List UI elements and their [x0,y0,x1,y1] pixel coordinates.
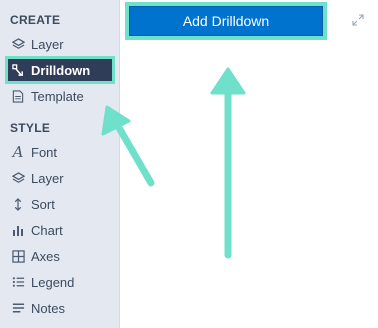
add-drilldown-button[interactable]: Add Drilldown [129,6,323,36]
sidebar-item-label: Layer [31,36,64,52]
sidebar-item-legend[interactable]: Legend [8,271,112,293]
chart-icon [11,223,25,237]
sidebar-item-axes[interactable]: Axes [8,245,112,267]
sidebar-item-label: Notes [31,300,65,316]
sidebar-item-chart[interactable]: Chart [8,219,112,241]
legend-icon [11,275,25,289]
sidebar-item-template[interactable]: Template [8,85,112,107]
sidebar-item-label: Template [31,88,84,104]
sidebar-item-label: Chart [31,222,63,238]
create-section-title: CREATE [10,13,61,27]
sidebar-item-label: Sort [31,196,55,212]
sort-icon [11,197,25,211]
sidebar-item-sort[interactable]: Sort [8,193,112,215]
style-section-title: STYLE [10,121,51,135]
font-icon: A [12,143,24,161]
sidebar-item-label: Drilldown [31,62,91,78]
sidebar-item-label: Font [31,144,58,160]
sidebar-item-drilldown[interactable]: Drilldown [5,56,115,84]
notes-icon [11,301,25,315]
sidebar-item-notes[interactable]: Notes [8,297,112,319]
axes-icon [11,249,25,263]
sidebar-item-label: Legend [31,274,75,290]
sidebar: CREATE Layer Drilldown Template STYLE A … [0,0,120,328]
drilldown-icon [11,63,25,77]
sidebar-item-create-layer[interactable]: Layer [8,33,112,55]
sidebar-item-style-layer[interactable]: Layer [8,167,112,189]
sidebar-item-label: Axes [31,248,60,264]
layers-icon [11,171,25,185]
expand-icon [352,13,364,31]
expand-button[interactable] [350,14,366,30]
main-panel: Add Drilldown [120,0,378,328]
sidebar-item-label: Layer [31,170,64,186]
layers-icon [11,37,25,51]
template-icon [11,89,25,103]
sidebar-item-font[interactable]: A Font [8,141,112,163]
